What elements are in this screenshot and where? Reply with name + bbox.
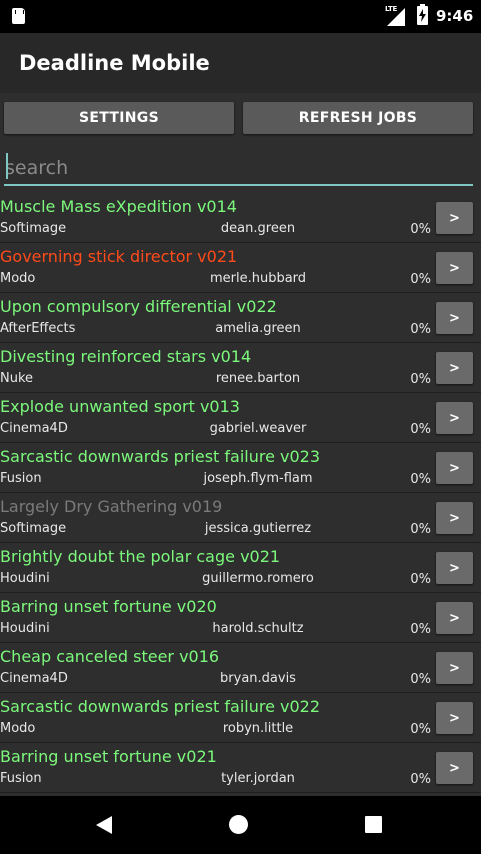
job-name: Sarcastic downwards priest failure v023 [0,447,321,466]
sd-card-icon [12,8,25,24]
job-plugin: AfterEffects [0,321,76,336]
job-user: guillermo.romero [202,571,314,586]
refresh-jobs-button[interactable]: REFRESH JOBS [243,102,473,134]
job-row[interactable]: Muscle Mass eXpedition v014 Softimage dean… [0,193,481,243]
job-details-button[interactable]: > [436,402,473,434]
search-input[interactable] [4,150,473,184]
navigation-bar [0,796,481,854]
job-plugin: Fusion [0,471,42,486]
job-user: amelia.green [215,321,301,336]
clock: 9:46 [436,7,474,25]
job-details-button[interactable]: > [436,452,473,484]
job-details-button[interactable]: > [436,352,473,384]
job-details-button[interactable]: > [436,552,473,584]
job-row[interactable]: Largely Dry Gathering v019 Softimage jessi… [0,493,481,543]
job-user: bryan.davis [220,671,296,686]
job-details-button[interactable]: > [436,202,473,234]
job-name: Brightly doubt the polar cage v021 [0,547,281,566]
app-title: Deadline Mobile [19,51,210,75]
job-progress: 0% [410,222,431,237]
job-plugin: Modo [0,721,36,736]
battery-charging-icon [417,4,428,25]
job-progress: 0% [410,422,431,437]
job-name: Largely Dry Gathering v019 [0,497,223,516]
job-progress: 0% [410,572,431,587]
job-details-button[interactable]: > [436,652,473,684]
signal-icon [387,8,405,26]
job-user: joseph.flym-flam [203,471,313,486]
job-name: Upon compulsory differential v022 [0,297,277,316]
main-content: SETTINGS REFRESH JOBS Muscle Mass eXpedi… [0,93,481,796]
job-row[interactable]: Upon compulsory differential v022 AfterEf… [0,293,481,343]
job-progress: 0% [410,322,431,337]
job-details-button[interactable]: > [436,302,473,334]
job-progress: 0% [410,522,431,537]
job-progress: 0% [410,772,431,787]
job-user: merle.hubbard [209,271,307,286]
job-progress: 0% [410,672,431,687]
job-plugin: Cinema4D [0,671,68,686]
home-icon[interactable] [229,815,248,834]
job-plugin: Houdini [0,621,50,636]
status-bar: LTE 9:46 [0,0,481,33]
text-caret [6,153,8,179]
job-details-button[interactable]: > [436,252,473,284]
job-user: gabriel.weaver [209,421,307,436]
job-row[interactable]: Sarcastic downwards priest failure v023 F… [0,443,481,493]
app-bar: Deadline Mobile [0,33,481,93]
job-user: tyler.jordan [221,771,295,786]
job-name: Sarcastic downwards priest failure v022 [0,697,321,716]
job-details-button[interactable]: > [436,702,473,734]
job-name: Divesting reinforced stars v014 [0,347,252,366]
job-progress: 0% [410,472,431,487]
job-row[interactable]: Barring unset fortune v020 Houdini harold.… [0,593,481,643]
job-progress: 0% [410,372,431,387]
job-plugin: Cinema4D [0,421,68,436]
job-name: Cheap canceled steer v016 [0,647,220,666]
job-name: Governing stick director v021 [0,247,238,266]
job-list: Muscle Mass eXpedition v014 Softimage dean… [0,193,481,793]
job-details-button[interactable]: > [436,502,473,534]
job-row[interactable]: Cheap canceled steer v016 Cinema4D bryan.d… [0,643,481,693]
job-plugin: Fusion [0,771,42,786]
job-row[interactable]: Explode unwanted sport v013 Cinema4D gabri… [0,393,481,443]
job-progress: 0% [410,622,431,637]
job-plugin: Nuke [0,371,34,386]
job-details-button[interactable]: > [436,602,473,634]
job-plugin: Modo [0,271,36,286]
job-user: harold.schultz [212,621,304,636]
recents-icon[interactable] [365,816,382,833]
job-name: Explode unwanted sport v013 [0,397,240,416]
job-user: renee.barton [215,371,301,386]
job-name: Muscle Mass eXpedition v014 [0,197,237,216]
job-row[interactable]: Barring unset fortune v021 Fusion tyler.jo… [0,743,481,793]
job-user: jessica.gutierrez [204,521,312,536]
back-icon[interactable] [95,815,113,835]
settings-button[interactable]: SETTINGS [4,102,234,134]
job-name: Barring unset fortune v021 [0,747,217,766]
job-name: Barring unset fortune v020 [0,597,217,616]
job-plugin: Houdini [0,571,50,586]
job-progress: 0% [410,722,431,737]
job-row[interactable]: Brightly doubt the polar cage v021 Houdin… [0,543,481,593]
job-user: robyn.little [222,721,294,736]
job-plugin: Softimage [0,521,67,536]
job-row[interactable]: Sarcastic downwards priest failure v022 M… [0,693,481,743]
job-details-button[interactable]: > [436,752,473,784]
job-progress: 0% [410,272,431,287]
search-field[interactable] [4,150,473,186]
job-plugin: Softimage [0,221,67,236]
job-row[interactable]: Divesting reinforced stars v014 Nuke renee… [0,343,481,393]
job-row[interactable]: Governing stick director v021 Modo merle.h… [0,243,481,293]
job-user: dean.green [220,221,296,236]
